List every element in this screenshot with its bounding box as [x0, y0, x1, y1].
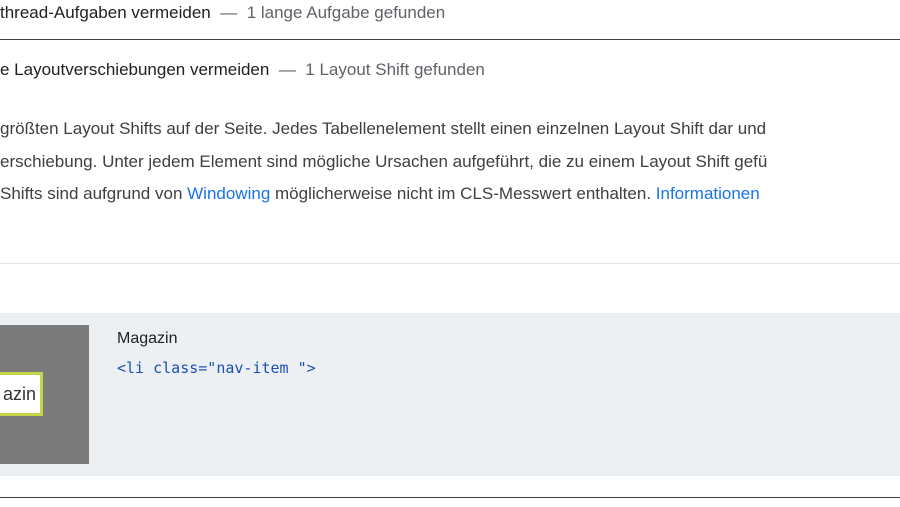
audit-description: größten Layout Shifts auf der Seite. Jed… [0, 113, 900, 211]
element-screenshot-thumbnail[interactable]: azin [0, 325, 89, 464]
description-text: Shifts sind aufgrund von [0, 184, 188, 203]
audit-title: e Layoutverschiebungen vermeiden [0, 60, 270, 79]
description-line: erschiebung. Unter jedem Element sind mö… [0, 151, 768, 171]
learn-more-link[interactable]: Informationen [656, 184, 760, 203]
audit-separator: — [278, 60, 296, 79]
audit-display-value: 1 lange Aufgabe gefunden [246, 3, 446, 22]
description-text: möglicherweise nicht im CLS-Messwert ent… [270, 184, 656, 203]
audit-title: thread-Aufgaben vermeiden [0, 3, 211, 22]
audit-divider [0, 497, 900, 498]
description-line: Shifts sind aufgrund von Windowing mögli… [0, 178, 900, 211]
audit-separator: — [220, 3, 238, 22]
windowing-link[interactable]: Windowing [187, 184, 270, 203]
audit-divider [0, 39, 900, 40]
node-label: Magazin [117, 330, 178, 347]
node-snippet[interactable]: <li class="nav-item "> [117, 357, 316, 379]
highlighted-element: azin [0, 372, 43, 416]
audit-display-value: 1 Layout Shift gefunden [305, 60, 485, 79]
lighthouse-report: thread-Aufgaben vermeiden — 1 lange Aufg… [0, 0, 900, 507]
audit-long-main-thread-tasks[interactable]: thread-Aufgaben vermeiden — 1 lange Aufg… [0, 0, 900, 26]
audit-layout-shifts[interactable]: e Layoutverschiebungen vermeiden — 1 Lay… [0, 56, 900, 84]
description-line: größten Layout Shifts auf der Seite. Jed… [0, 119, 767, 138]
table-header-divider [0, 263, 900, 264]
